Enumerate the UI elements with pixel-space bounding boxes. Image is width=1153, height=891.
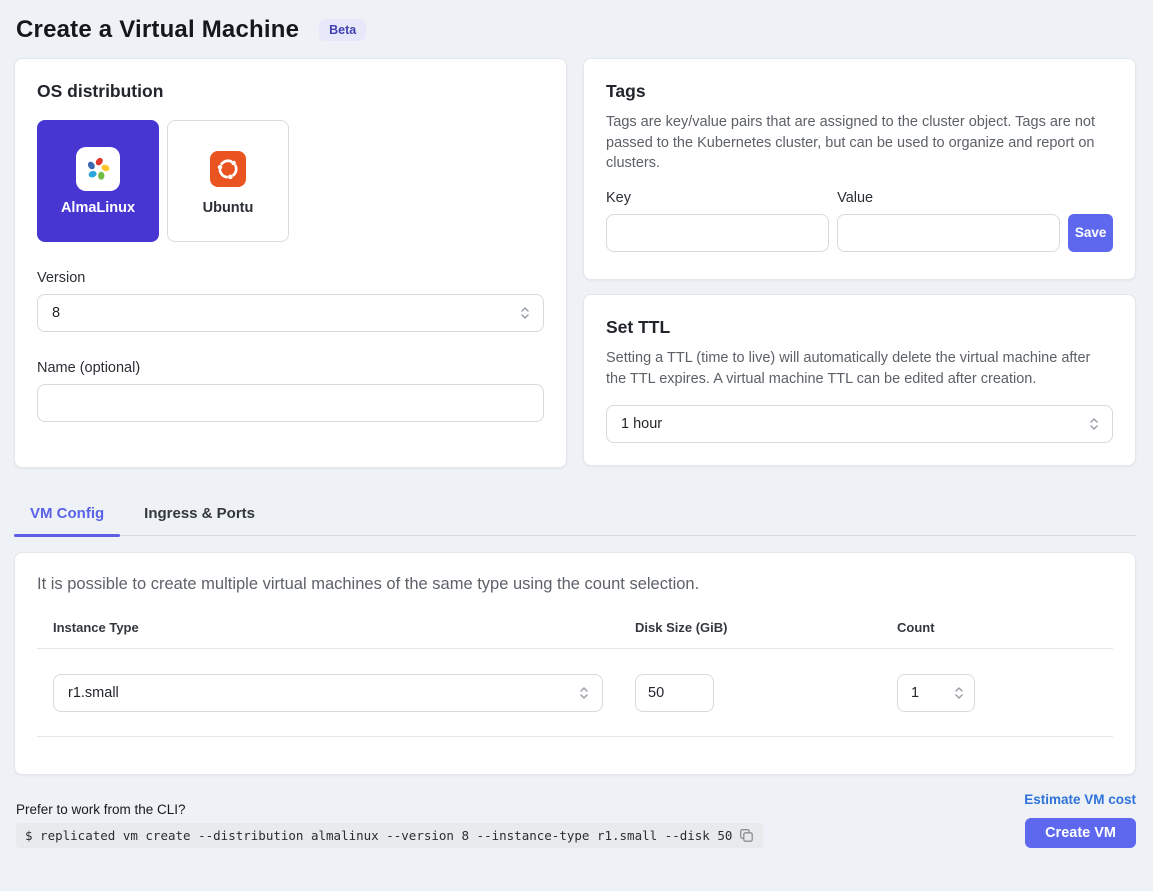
disk-size-input[interactable] xyxy=(635,674,714,712)
vm-table-header: Instance Type Disk Size (GiB) Count xyxy=(37,620,1113,649)
distribution-tile-almalinux[interactable]: AlmaLinux xyxy=(37,120,159,242)
cli-command: $ replicated vm create --distribution al… xyxy=(25,828,732,843)
ttl-title: Set TTL xyxy=(606,317,1113,338)
footer-actions: Estimate VM cost Create VM xyxy=(1024,792,1136,848)
vm-table-row: r1.small 1 xyxy=(37,649,1113,737)
disk-size-header: Disk Size (GiB) xyxy=(635,620,897,635)
top-cards-row: OS distribution AlmaLinux xyxy=(0,58,1153,468)
tile-label-almalinux: AlmaLinux xyxy=(61,200,135,216)
estimate-vm-cost-link[interactable]: Estimate VM cost xyxy=(1024,792,1136,807)
ubuntu-logo-icon xyxy=(206,147,250,191)
value-input[interactable] xyxy=(837,214,1060,252)
save-button[interactable]: Save xyxy=(1068,214,1113,252)
chevron-updown-icon xyxy=(1088,416,1100,432)
key-input[interactable] xyxy=(606,214,829,252)
page-title: Create a Virtual Machine xyxy=(16,16,299,44)
version-label: Version xyxy=(37,270,544,286)
instance-type-header: Instance Type xyxy=(53,620,635,635)
beta-badge: Beta xyxy=(319,19,366,41)
create-vm-button[interactable]: Create VM xyxy=(1025,818,1136,848)
distribution-tiles: AlmaLinux Ubuntu xyxy=(37,120,544,242)
tags-description: Tags are key/value pairs that are assign… xyxy=(606,112,1113,174)
os-distribution-card: OS distribution AlmaLinux xyxy=(14,58,567,468)
set-ttl-card: Set TTL Setting a TTL (time to live) wil… xyxy=(583,294,1136,466)
distribution-tile-ubuntu[interactable]: Ubuntu xyxy=(167,120,289,242)
tab-vm-config[interactable]: VM Config xyxy=(14,495,120,535)
version-select[interactable]: 8 xyxy=(37,294,544,332)
tags-card: Tags Tags are key/value pairs that are a… xyxy=(583,58,1136,280)
ttl-select-value: 1 hour xyxy=(621,416,662,432)
config-tabs: VM Config Ingress & Ports xyxy=(14,495,1136,536)
page-footer: Prefer to work from the CLI? $ replicate… xyxy=(16,792,1136,848)
vm-config-intro: It is possible to create multiple virtua… xyxy=(37,575,1113,594)
instance-type-select[interactable]: r1.small xyxy=(53,674,603,712)
stepper-chevrons-icon[interactable] xyxy=(953,684,965,702)
ttl-select[interactable]: 1 hour xyxy=(606,405,1113,443)
cli-command-bar: $ replicated vm create --distribution al… xyxy=(16,823,763,848)
key-label: Key xyxy=(606,190,829,206)
vm-config-card: It is possible to create multiple virtua… xyxy=(14,552,1136,775)
tags-key-value-row: Key Value Save xyxy=(606,190,1113,252)
count-value: 1 xyxy=(911,685,919,701)
cli-prompt: Prefer to work from the CLI? xyxy=(16,802,763,817)
version-select-value: 8 xyxy=(52,305,60,321)
copy-icon[interactable] xyxy=(739,828,754,843)
os-distribution-title: OS distribution xyxy=(37,81,544,102)
ttl-description: Setting a TTL (time to live) will automa… xyxy=(606,348,1113,389)
count-header: Count xyxy=(897,620,1113,635)
cli-section: Prefer to work from the CLI? $ replicate… xyxy=(16,802,763,848)
count-stepper[interactable]: 1 xyxy=(897,674,975,712)
value-label: Value xyxy=(837,190,1060,206)
tile-label-ubuntu: Ubuntu xyxy=(203,200,254,216)
almalinux-logo-icon xyxy=(76,147,120,191)
tags-title: Tags xyxy=(606,81,1113,102)
chevron-updown-icon xyxy=(519,305,531,321)
page-header: Create a Virtual Machine Beta xyxy=(0,0,1153,58)
name-label: Name (optional) xyxy=(37,360,544,376)
instance-type-value: r1.small xyxy=(68,685,119,701)
tab-ingress-ports[interactable]: Ingress & Ports xyxy=(128,495,271,535)
chevron-updown-icon xyxy=(578,685,590,701)
name-input[interactable] xyxy=(37,384,544,422)
right-column: Tags Tags are key/value pairs that are a… xyxy=(583,58,1136,466)
